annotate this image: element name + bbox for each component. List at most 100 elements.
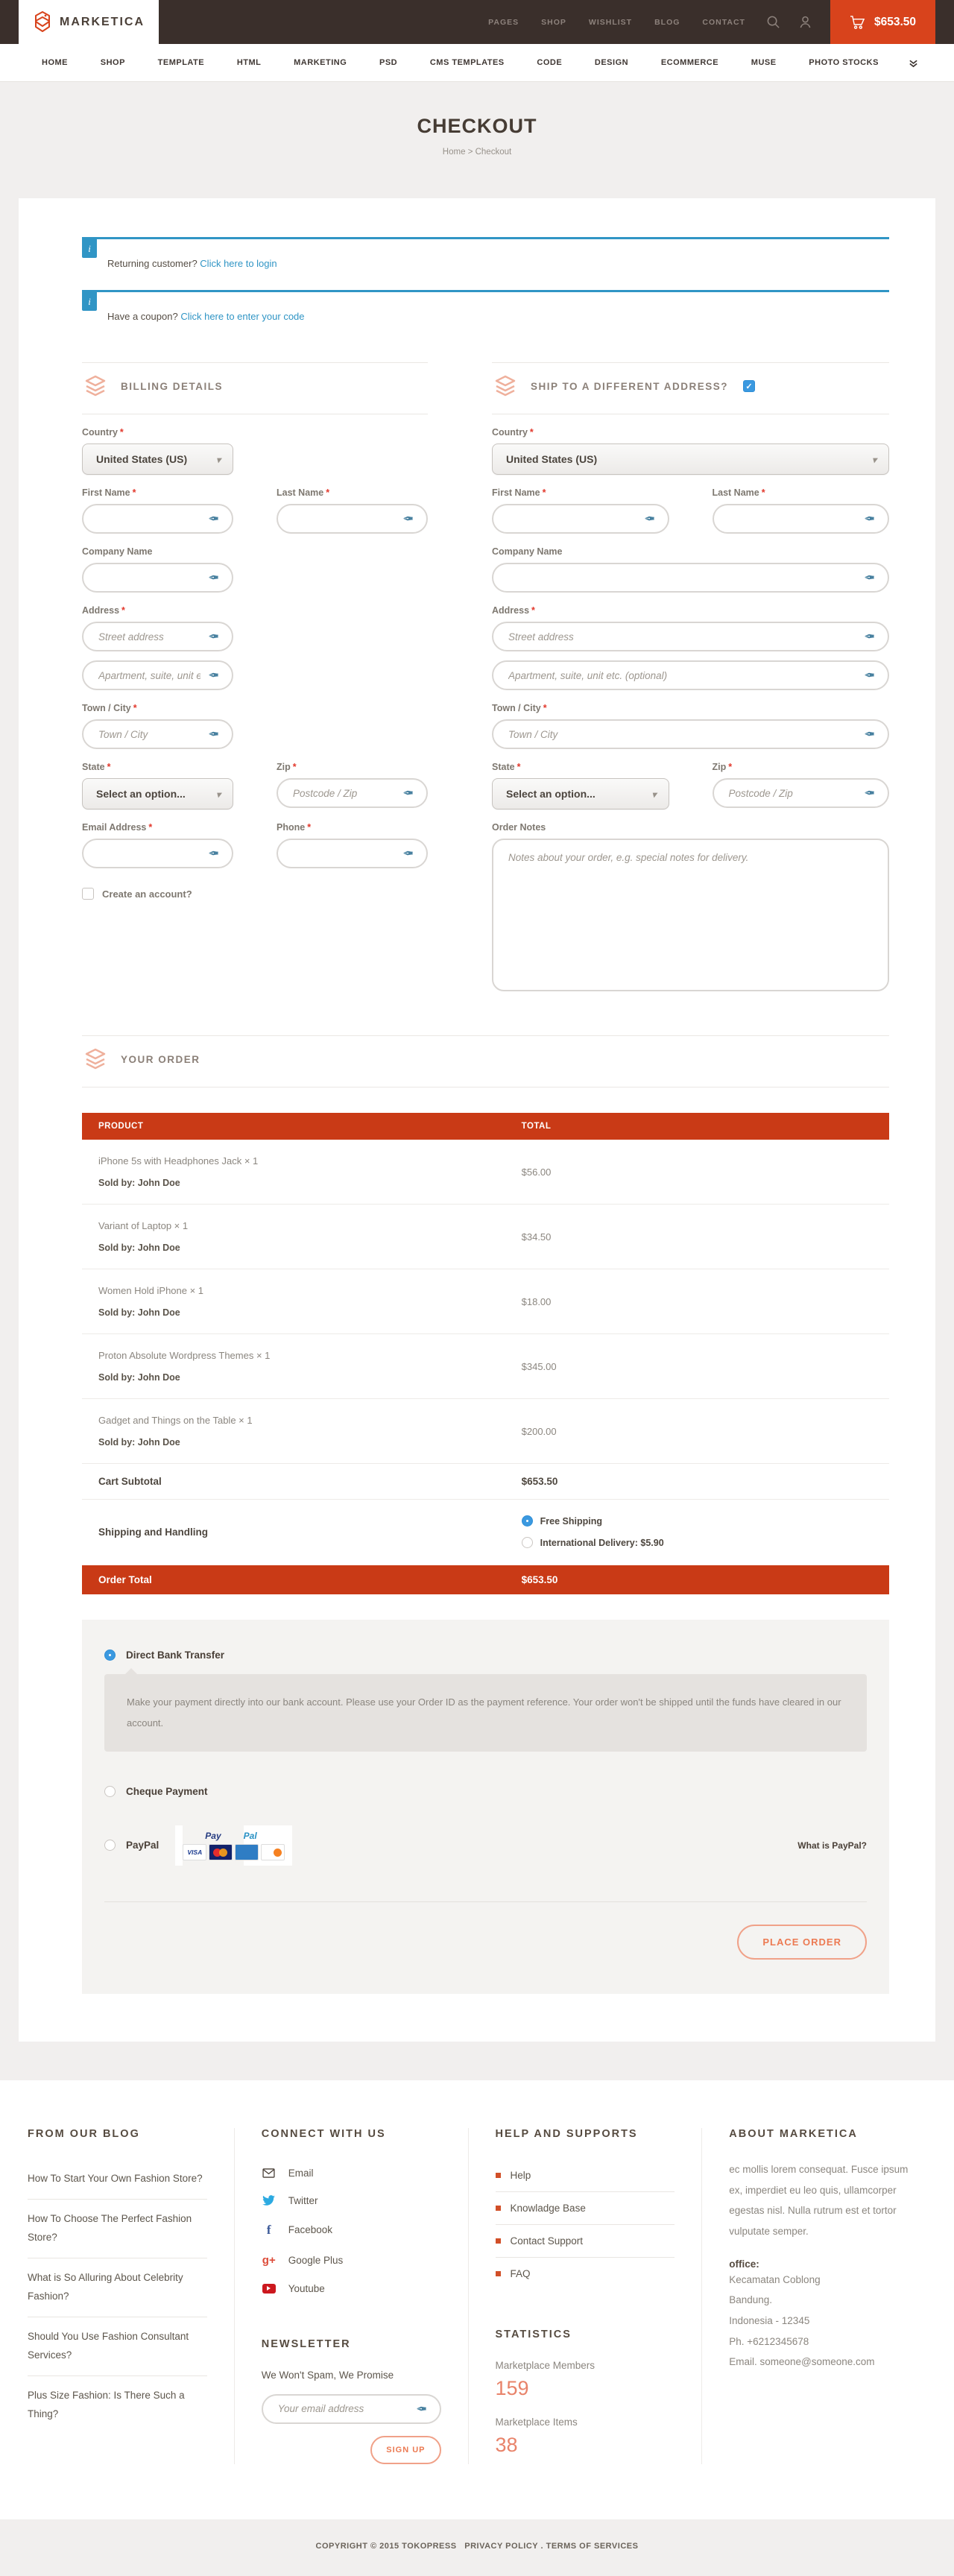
shipping-street-input[interactable]	[492, 622, 889, 651]
blog-post-link[interactable]: How To Choose The Perfect Fashion Store?	[28, 2200, 207, 2258]
info-icon: i	[82, 292, 97, 311]
category-nav-link[interactable]: MARKETING	[294, 58, 347, 67]
header-nav-link[interactable]: WISHLIST	[589, 18, 632, 27]
newsletter-signup-button[interactable]: SIGN UP	[370, 2436, 440, 2464]
category-nav-link[interactable]: PHOTO STOCKS	[809, 58, 879, 67]
billing-state-select[interactable]: Select an option...	[82, 778, 233, 809]
header-nav-link[interactable]: CONTACT	[702, 18, 745, 27]
header-nav-link[interactable]: BLOG	[654, 18, 680, 27]
category-nav-link[interactable]: SHOP	[101, 58, 125, 67]
billing-company-input[interactable]	[82, 563, 233, 593]
email-link[interactable]: Email	[262, 2159, 441, 2187]
newsletter-email-input[interactable]	[262, 2394, 441, 2424]
billing-street-input[interactable]	[82, 622, 233, 651]
youtube-icon	[262, 2284, 277, 2294]
radio-icon[interactable]	[104, 1840, 116, 1851]
radio-icon[interactable]	[104, 1786, 116, 1797]
blog-post-link[interactable]: How To Start Your Own Fashion Store?	[28, 2159, 207, 2200]
shipping-options: Free Shipping International Delivery: $5…	[522, 1510, 889, 1553]
billing-last-name-input[interactable]	[277, 504, 428, 534]
coupon-link[interactable]: Click here to enter your code	[180, 311, 304, 322]
product-total: $34.50	[522, 1231, 889, 1243]
billing-first-name-input[interactable]	[82, 504, 233, 534]
product-total: $18.00	[522, 1296, 889, 1307]
shipping-town-input[interactable]	[492, 719, 889, 749]
billing-town-input[interactable]	[82, 719, 233, 749]
search-icon[interactable]	[766, 15, 780, 29]
office-address: Kecamatan CoblongBandung.Indonesia - 123…	[729, 2270, 909, 2373]
cart-subtotal-value: $653.50	[522, 1476, 889, 1487]
product-seller: Sold by: John Doe	[98, 1437, 522, 1448]
help-link[interactable]: Help	[496, 2159, 675, 2192]
blog-post-link[interactable]: Plus Size Fashion: Is There Such a Thing…	[28, 2376, 207, 2434]
category-nav-link[interactable]: CODE	[537, 58, 562, 67]
login-link[interactable]: Click here to login	[200, 258, 277, 269]
shipping-option[interactable]: International Delivery: $5.90	[522, 1532, 889, 1553]
privacy-policy-link[interactable]: PRIVACY POLICY	[464, 2542, 538, 2551]
shipping-company-input[interactable]	[492, 563, 889, 593]
category-nav-link[interactable]: MUSE	[751, 58, 777, 67]
header-nav-link[interactable]: PAGES	[488, 18, 519, 27]
radio-icon[interactable]	[104, 1650, 116, 1661]
help-link[interactable]: Contact Support	[496, 2225, 675, 2258]
logo[interactable]: MARKETICA	[19, 0, 159, 44]
order-notes-textarea[interactable]	[492, 839, 889, 991]
layers-icon	[492, 375, 519, 397]
shipping-state-select[interactable]: Select an option...	[492, 778, 669, 809]
radio-icon[interactable]	[522, 1537, 533, 1548]
youtube-link[interactable]: Youtube	[262, 2275, 441, 2302]
category-nav-link[interactable]: DESIGN	[595, 58, 628, 67]
shipping-option[interactable]: Free Shipping	[522, 1510, 889, 1532]
category-nav-link[interactable]: ECOMMERCE	[661, 58, 718, 67]
product-seller: Sold by: John Doe	[98, 1178, 522, 1188]
shipping-country-select[interactable]: United States (US)	[492, 443, 889, 475]
terms-link[interactable]: TERMS OF SERVICES	[546, 2542, 639, 2551]
header-nav-link[interactable]: SHOP	[541, 18, 566, 27]
place-order-button[interactable]: PLACE ORDER	[737, 1925, 867, 1960]
paypal-cards-image: PayPal VISA	[175, 1825, 292, 1866]
category-nav-link[interactable]: TEMPLATE	[158, 58, 204, 67]
bullet-icon	[496, 2271, 501, 2276]
billing-zip-input[interactable]	[277, 778, 428, 808]
facebook-icon: f	[262, 2223, 277, 2238]
breadcrumb-home-link[interactable]: Home	[443, 148, 466, 157]
category-nav: HOME SHOP TEMPLATE HTML MARKETING PSD CMS TEMP…	[0, 44, 954, 82]
google-plus-link[interactable]: g+ Google Plus	[262, 2246, 441, 2275]
billing-country-select[interactable]: United States (US)	[82, 443, 233, 475]
newsletter-heading: NEWSLETTER	[262, 2338, 441, 2350]
create-account-checkbox[interactable]	[82, 888, 94, 900]
help-link[interactable]: Knowladge Base	[496, 2192, 675, 2225]
twitter-link[interactable]: Twitter	[262, 2187, 441, 2214]
category-nav-link[interactable]: HOME	[42, 58, 68, 67]
shipping-zip-input[interactable]	[713, 778, 890, 808]
order-section: YOUR ORDER PRODUCT TOTAL iPhone 5s with …	[82, 1035, 889, 1994]
radio-icon[interactable]	[522, 1515, 533, 1527]
billing-phone-input[interactable]	[277, 839, 428, 868]
more-categories-icon[interactable]	[909, 58, 918, 68]
payment-method-cheque[interactable]: Cheque Payment	[104, 1786, 867, 1797]
ship-different-checkbox[interactable]	[743, 380, 755, 392]
layers-icon	[82, 375, 109, 397]
facebook-link[interactable]: f Facebook	[262, 2214, 441, 2246]
shipping-apartment-input[interactable]	[492, 660, 889, 690]
account-icon[interactable]	[798, 15, 812, 29]
product-total: $200.00	[522, 1426, 889, 1437]
create-account-option[interactable]: Create an account?	[82, 888, 428, 900]
payment-method-bank[interactable]: Direct Bank Transfer	[104, 1650, 867, 1661]
blog-post-link[interactable]: What is So Alluring About Celebrity Fash…	[28, 2258, 207, 2317]
product-name: iPhone 5s with Headphones Jack × 1	[98, 1155, 522, 1167]
category-nav-link[interactable]: HTML	[237, 58, 262, 67]
payment-method-paypal[interactable]: PayPal PayPal VISA What is PayPal?	[104, 1825, 867, 1866]
cart-button[interactable]: $653.50	[830, 0, 935, 44]
billing-apartment-input[interactable]	[82, 660, 233, 690]
tag-logo-icon	[33, 11, 52, 34]
what-is-paypal-link[interactable]: What is PayPal?	[797, 1840, 867, 1851]
billing-email-input[interactable]	[82, 839, 233, 868]
shipping-first-name-input[interactable]	[492, 504, 669, 534]
billing-heading: BILLING DETAILS	[82, 362, 428, 414]
category-nav-link[interactable]: CMS TEMPLATES	[430, 58, 505, 67]
category-nav-link[interactable]: PSD	[379, 58, 397, 67]
help-link[interactable]: FAQ	[496, 2258, 675, 2290]
shipping-last-name-input[interactable]	[713, 504, 890, 534]
blog-post-link[interactable]: Should You Use Fashion Consultant Servic…	[28, 2317, 207, 2376]
